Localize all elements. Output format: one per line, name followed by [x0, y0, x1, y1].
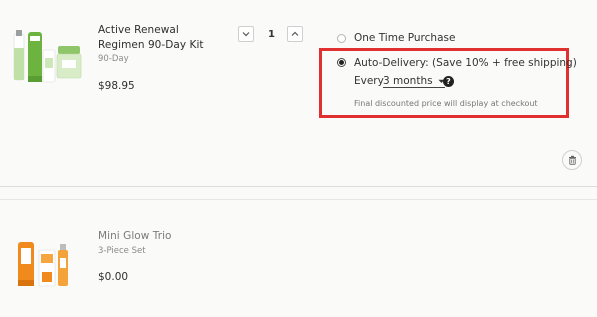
trash-icon — [568, 155, 576, 165]
product-image-mini-glow-trio — [12, 238, 76, 290]
every-label: Every — [354, 75, 384, 87]
product-title[interactable]: Mini Glow Trio — [98, 229, 172, 244]
delivery-frequency-select[interactable]: 3 months — [383, 75, 445, 88]
quantity-value: 1 — [268, 29, 275, 40]
product-variant: 3-Piece Set — [98, 246, 146, 256]
chevron-down-icon — [242, 32, 250, 37]
section-divider-secondary — [0, 199, 597, 200]
chevron-up-icon — [291, 31, 299, 36]
delivery-frequency-value: 3 months — [383, 75, 433, 87]
section-divider — [0, 186, 597, 187]
decrease-quantity-button[interactable] — [238, 26, 254, 42]
checkout-price-note: Final discounted price will display at c… — [354, 99, 538, 108]
product-title-line-2[interactable]: Regimen 90-Day Kit — [98, 38, 204, 53]
product-price: $98.95 — [98, 80, 135, 92]
product-image-active-renewal-kit — [10, 28, 84, 86]
product-variant: 90-Day — [98, 54, 129, 64]
increase-quantity-button[interactable] — [287, 26, 303, 42]
auto-delivery-label[interactable]: Auto-Delivery: (Save 10% + free shipping… — [354, 57, 577, 69]
remove-item-button[interactable] — [562, 150, 582, 170]
product-title-line-1[interactable]: Active Renewal — [98, 23, 179, 38]
product-price: $0.00 — [98, 271, 129, 283]
one-time-purchase-label[interactable]: One Time Purchase — [354, 32, 455, 44]
auto-delivery-radio[interactable] — [337, 58, 346, 67]
one-time-purchase-radio[interactable] — [337, 34, 346, 43]
question-circle-icon[interactable]: ? — [443, 76, 454, 87]
